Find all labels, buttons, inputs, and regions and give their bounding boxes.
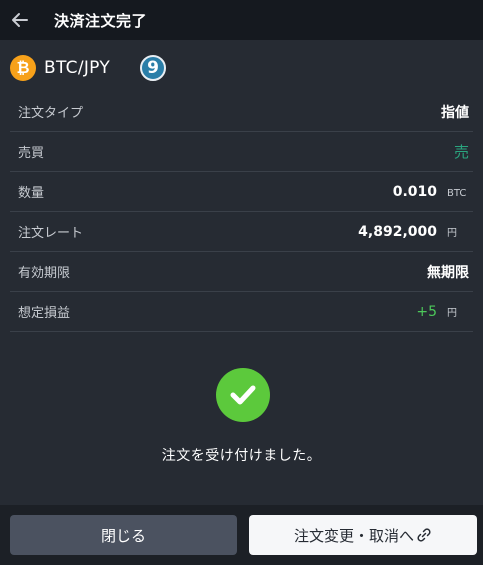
- side-label: 売買: [18, 146, 45, 161]
- side-value: 売: [453, 143, 469, 161]
- back-button[interactable]: [2, 0, 38, 40]
- quantity-value: 0.010: [392, 183, 437, 200]
- rate-value-wrap: 4,892,000 円: [358, 224, 469, 240]
- symbol-row: ₿ BTC/JPY 9: [10, 53, 167, 83]
- detail-row-rate: 注文レート 4,892,000 円: [10, 212, 473, 252]
- bitcoin-icon: ₿: [10, 55, 36, 81]
- expiry-label: 有効期限: [18, 266, 71, 281]
- estimated-pnl-value-wrap: +5 円: [416, 304, 469, 320]
- success-message: 注文を受け付けました。: [161, 448, 322, 464]
- detail-row-estimated-pnl: 想定損益 +5 円: [10, 292, 473, 332]
- footer: 閉じる 注文変更・取消へ: [0, 505, 483, 565]
- estimated-pnl-label: 想定損益: [18, 306, 71, 321]
- rate-unit: 円: [447, 227, 457, 239]
- detail-row-side: 売買 売: [10, 132, 473, 172]
- quantity-value-wrap: 0.010 BTC: [393, 184, 469, 200]
- arrow-left-icon: [12, 13, 28, 27]
- order-change-cancel-button[interactable]: 注文変更・取消へ: [249, 515, 477, 555]
- step-number-badge: 9: [140, 55, 167, 81]
- header: 決済注文完了: [0, 0, 483, 40]
- estimated-pnl-value: +5: [416, 303, 437, 320]
- expiry-value-wrap: 無期限: [427, 262, 469, 282]
- checkmark-icon: [230, 385, 256, 405]
- close-button-label: 閉じる: [100, 526, 146, 545]
- rate-value: 4,892,000: [358, 223, 437, 240]
- rate-label: 注文レート: [18, 226, 84, 241]
- quantity-unit: BTC: [447, 187, 467, 199]
- side-value-wrap: 売: [454, 141, 469, 162]
- order-details: 注文タイプ 指値 売買 売 数量 0.010 BTC 注文レート 4,892,0…: [10, 92, 473, 332]
- close-button[interactable]: 閉じる: [10, 515, 237, 555]
- page-title: 決済注文完了: [54, 11, 148, 30]
- order-type-value-wrap: 指値: [441, 102, 469, 122]
- expiry-value: 無期限: [427, 264, 469, 281]
- detail-row-quantity: 数量 0.010 BTC: [10, 172, 473, 212]
- quantity-label: 数量: [18, 186, 45, 201]
- estimated-pnl-unit: 円: [447, 307, 457, 319]
- link-icon: [416, 527, 432, 543]
- detail-row-expiry: 有効期限 無期限: [10, 252, 473, 292]
- success-check-icon: [216, 368, 270, 422]
- detail-row-order-type: 注文タイプ 指値: [10, 92, 473, 132]
- order-type-value: 指値: [441, 104, 469, 121]
- bitcoin-glyph: ₿: [16, 58, 30, 77]
- order-type-label: 注文タイプ: [18, 106, 84, 121]
- currency-pair: BTC/JPY: [44, 58, 111, 78]
- order-change-cancel-label: 注文変更・取消へ: [293, 526, 414, 545]
